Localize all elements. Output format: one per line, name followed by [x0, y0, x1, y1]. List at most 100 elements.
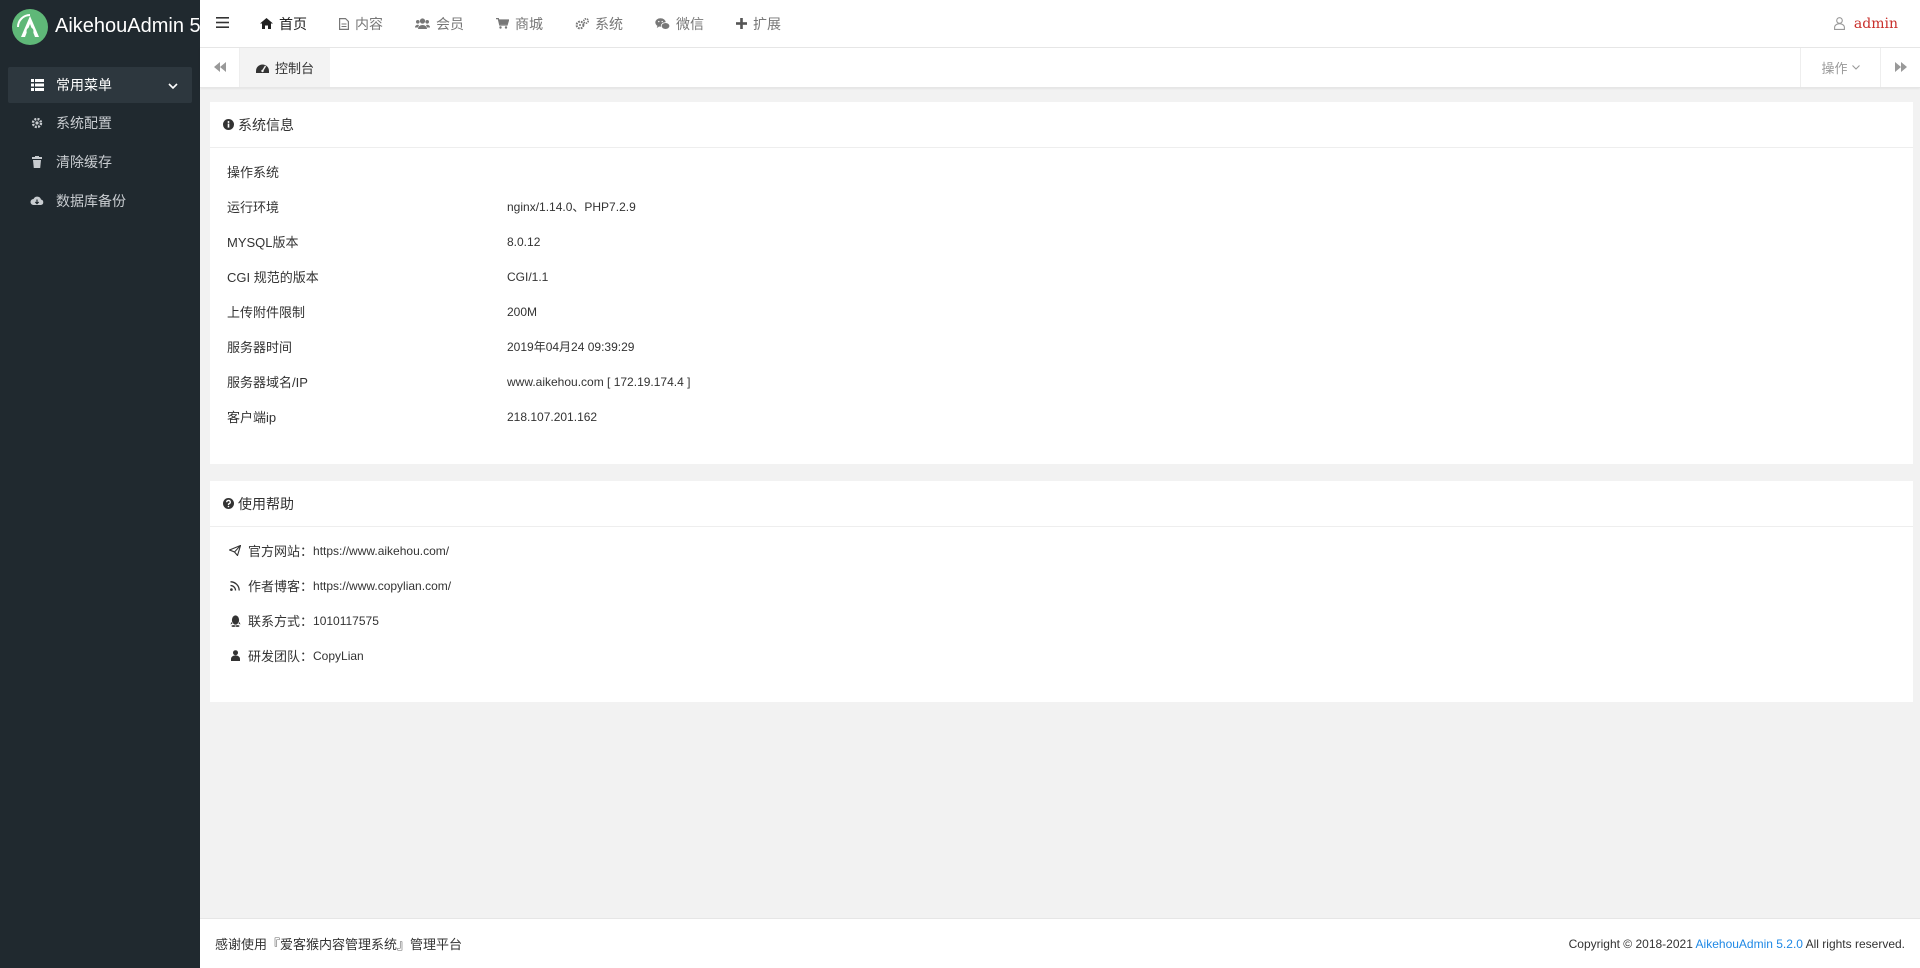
- sidebar-item-system-config[interactable]: 系统配置: [0, 103, 200, 142]
- cloud-download-icon: [30, 194, 44, 208]
- wechat-icon: [655, 17, 670, 30]
- backward-icon: [213, 60, 226, 75]
- info-label: MYSQL版本: [227, 235, 299, 250]
- user-menu[interactable]: admin: [1833, 15, 1898, 32]
- version-link[interactable]: AikehouAdmin 5.2.0: [1696, 937, 1803, 951]
- help-link[interactable]: https://www.aikehou.com/: [313, 544, 449, 558]
- info-value: nginx/1.14.0、PHP7.2.9: [507, 200, 636, 214]
- info-label: 运行环境: [227, 200, 280, 215]
- logo-icon: [12, 8, 48, 45]
- info-label: CGI 规范的版本: [227, 270, 319, 285]
- info-label: 上传附件限制: [227, 305, 306, 320]
- info-circle-icon: [223, 119, 234, 130]
- operations-dropdown[interactable]: 操作: [1800, 48, 1880, 87]
- card-title: 使用帮助: [238, 495, 294, 512]
- nav-label: 商城: [515, 15, 543, 32]
- forward-icon: [1894, 60, 1907, 75]
- info-value: 218.107.201.162: [507, 409, 598, 424]
- system-info-list: 操作系统 运行环境 nginx/1.14.0、PHP7.2.9 MYSQL版本 8.…: [210, 148, 1913, 434]
- sidebar-item-clear-cache[interactable]: 清除缓存: [0, 142, 200, 181]
- info-value: CGI/1.1: [507, 269, 549, 284]
- help-label: 作者博客：: [248, 579, 314, 594]
- question-circle-icon: [223, 498, 234, 509]
- info-label: 操作系统: [227, 165, 280, 180]
- help-list: 官方网站： https://www.aikehou.com/ 作者博客： htt…: [210, 527, 1913, 673]
- logo-text: AikehouAdmin 5: [55, 15, 201, 37]
- footer-copyright: Copyright © 2018-2021 AikehouAdmin 5.2.0…: [1569, 937, 1905, 951]
- info-value: 200M: [507, 304, 538, 319]
- nav-shop[interactable]: 商城: [480, 0, 559, 48]
- tab-scroll-right-button[interactable]: [1880, 48, 1920, 87]
- sidebar-item-db-backup[interactable]: 数据库备份: [0, 181, 200, 220]
- rights-text: All rights reserved.: [1805, 936, 1905, 951]
- users-icon: [415, 18, 430, 29]
- nav-system[interactable]: 系统: [559, 0, 639, 48]
- list-icon: [30, 78, 44, 92]
- nav-extend[interactable]: 扩展: [720, 0, 797, 48]
- help-value: CopyLian: [313, 648, 364, 663]
- nav-label: 首页: [279, 15, 307, 32]
- info-label: 客户端ip: [227, 410, 277, 425]
- help-card: 使用帮助 官方网站： https://www.aikehou.com/ 作者博客…: [210, 481, 1913, 702]
- sidebar-group-common-menu[interactable]: 常用菜单: [8, 67, 192, 103]
- logo[interactable]: AikehouAdmin 5: [0, 0, 201, 53]
- help-row-blog: 作者博客： https://www.copylian.com/: [210, 568, 1913, 603]
- info-value: 8.0.12: [507, 234, 541, 249]
- username: admin: [1853, 15, 1898, 32]
- copyright-text: Copyright © 2018-2021: [1568, 936, 1693, 951]
- user-icon: [229, 650, 241, 661]
- menu-toggle-button[interactable]: [200, 16, 244, 31]
- footer-message: 感谢使用『爱客猴内容管理系统』管理平台: [215, 937, 463, 952]
- trash-icon: [30, 155, 44, 169]
- cart-icon: [496, 18, 509, 29]
- dashboard-icon: [256, 62, 269, 73]
- footer: 感谢使用『爱客猴内容管理系统』管理平台 Copyright © 2018-202…: [200, 918, 1920, 968]
- chevron-down-icon: [168, 77, 178, 93]
- cogs-icon: [575, 17, 589, 30]
- hamburger-icon: [215, 16, 229, 31]
- info-row: 上传附件限制 200M: [210, 294, 1913, 329]
- card-title: 系统信息: [238, 116, 294, 133]
- info-label: 服务器域名/IP: [227, 375, 308, 390]
- nav-wechat[interactable]: 微信: [639, 0, 720, 48]
- sidebar: AikehouAdmin 5 常用菜单 系统配置 清除缓存 数据库备份: [0, 0, 201, 968]
- info-row: 服务器域名/IP www.aikehou.com [ 172.19.174.4 ]: [210, 364, 1913, 399]
- sidebar-menu: 常用菜单 系统配置 清除缓存 数据库备份: [0, 67, 200, 220]
- nav-content[interactable]: 内容: [323, 0, 399, 48]
- nav-label: 扩展: [753, 15, 781, 32]
- file-icon: [339, 17, 349, 30]
- system-info-card: 系统信息 操作系统 运行环境 nginx/1.14.0、PHP7.2.9 MYSQ…: [210, 102, 1913, 464]
- nav-members[interactable]: 会员: [399, 0, 480, 48]
- paper-plane-icon: [229, 545, 241, 556]
- help-row-website: 官方网站： https://www.aikehou.com/: [210, 533, 1913, 568]
- info-label: 服务器时间: [227, 340, 293, 355]
- tab-scroll-left-button[interactable]: [200, 48, 240, 87]
- qq-icon: [229, 614, 241, 627]
- info-row: MYSQL版本 8.0.12: [210, 224, 1913, 259]
- help-value: 1010117575: [313, 613, 379, 628]
- info-row: 客户端ip 218.107.201.162: [210, 399, 1913, 434]
- home-icon: [260, 18, 273, 29]
- user-outline-icon: [1833, 17, 1845, 30]
- info-row: 服务器时间 2019年04月24 09:39:29: [210, 329, 1913, 364]
- card-header: 系统信息: [210, 102, 1913, 148]
- sidebar-item-label: 数据库备份: [56, 192, 126, 209]
- top-navbar: 首页 内容 会员 商城 系统 微信 扩展 admin: [200, 0, 1920, 48]
- info-value: www.aikehou.com [ 172.19.174.4 ]: [507, 374, 691, 389]
- info-row: 运行环境 nginx/1.14.0、PHP7.2.9: [210, 189, 1913, 224]
- gear-icon: [30, 116, 44, 130]
- sidebar-group-label: 常用菜单: [56, 77, 112, 93]
- help-row-team: 研发团队： CopyLian: [210, 638, 1913, 673]
- sidebar-item-label: 系统配置: [56, 114, 112, 131]
- sidebar-item-label: 清除缓存: [56, 153, 112, 170]
- tab-bar: 控制台 操作: [200, 48, 1920, 88]
- tab-dashboard[interactable]: 控制台: [240, 48, 331, 87]
- nav-label: 微信: [676, 15, 704, 32]
- help-link[interactable]: https://www.copylian.com/: [313, 579, 451, 593]
- help-label: 研发团队：: [248, 649, 314, 664]
- plus-icon: [736, 18, 747, 29]
- rss-icon: [229, 580, 241, 591]
- help-label: 官方网站：: [248, 544, 314, 559]
- nav-home[interactable]: 首页: [244, 0, 323, 48]
- help-row-contact: 联系方式： 1010117575: [210, 603, 1913, 638]
